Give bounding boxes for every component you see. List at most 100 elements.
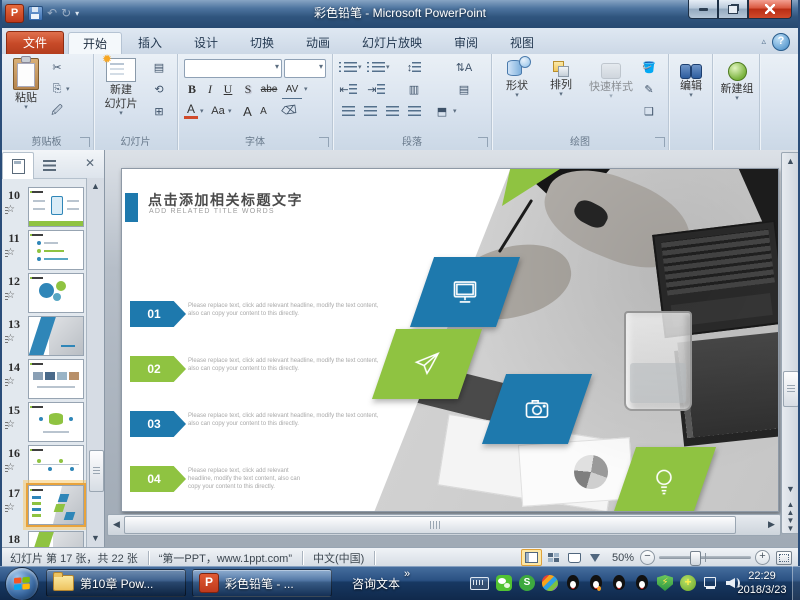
taskbar-toolbar[interactable]: 咨询文本 (352, 566, 400, 600)
numbering-icon[interactable] (367, 59, 385, 76)
scroll-right-icon[interactable]: ▶ (765, 518, 778, 531)
qq-icon-4[interactable] (634, 575, 650, 591)
increase-indent-icon[interactable]: ⇥ (367, 81, 385, 98)
vertical-scroll-thumb[interactable] (783, 371, 799, 407)
qq-icon-1[interactable] (565, 575, 581, 591)
panel-scroll-down-icon[interactable]: ▼ (89, 532, 102, 545)
slide-thumbnail-11[interactable]: 11 ☆ (0, 229, 86, 271)
font-size-combobox[interactable] (284, 59, 326, 78)
slide-counter[interactable]: 幻灯片 第 17 张，共 22 张 (0, 550, 148, 566)
slideshow-button[interactable] (586, 550, 605, 565)
wechat-icon[interactable] (496, 575, 512, 591)
tab-design[interactable]: 设计 (180, 32, 232, 54)
panel-scroll-up-icon[interactable]: ▲ (89, 180, 102, 193)
slide-thumbnail-15[interactable]: 15 ☆ (0, 401, 86, 443)
format-painter-icon[interactable]: 🖉 (48, 103, 66, 120)
shape-effects-icon[interactable]: ❑ (640, 103, 658, 120)
taskbar-button-powerpoint[interactable]: P 彩色铅笔 - ... (192, 569, 332, 597)
arrange-button[interactable]: 排列 ▾ (540, 57, 582, 99)
previous-slide-button[interactable]: ▲▲ (784, 501, 797, 517)
tab-transitions[interactable]: 切换 (236, 32, 288, 54)
change-case-button[interactable]: Aa (208, 102, 228, 120)
fit-to-window-button[interactable] (776, 551, 792, 565)
clipboard-dialog-launcher[interactable] (80, 137, 90, 147)
shape-fill-icon[interactable]: 🪣 (640, 59, 658, 76)
horizontal-scrollbar[interactable]: ◀ ▶ (107, 514, 781, 536)
align-right-icon[interactable] (383, 103, 401, 120)
justify-icon[interactable] (405, 103, 423, 120)
align-left-icon[interactable] (339, 103, 357, 120)
panel-scrollbar[interactable]: ▲ ▼ (86, 178, 104, 547)
slide-thumbnail-16[interactable]: 16 ☆ (0, 444, 86, 486)
slide-thumbnail-17-selected[interactable]: 17 ☆ (0, 484, 86, 526)
align-text-icon[interactable]: ▤ (455, 81, 473, 98)
font-name-combobox[interactable] (184, 59, 282, 78)
horizontal-scroll-thumb[interactable] (124, 516, 736, 534)
line-spacing-icon[interactable]: ↕ (405, 59, 423, 76)
slide-sorter-button[interactable] (544, 550, 563, 565)
language-indicator[interactable]: 中文(中国) (303, 550, 374, 566)
shrink-font-button[interactable]: A (257, 102, 270, 120)
list-item-04[interactable]: 04 Please replace text, click add releva… (130, 466, 470, 496)
smartart-convert-icon[interactable]: ⬒ (433, 103, 451, 120)
slide-thumbnail-18[interactable]: 18 ☆ (0, 530, 86, 547)
quick-styles-button[interactable]: 快速样式 ▾ (584, 57, 638, 101)
editing-button[interactable]: 编辑 ▾ (671, 57, 711, 100)
green-plus-icon[interactable]: + (680, 575, 696, 591)
title-accent-bar[interactable] (125, 193, 138, 222)
panel-scroll-thumb[interactable] (89, 450, 104, 492)
theme-name[interactable]: “第一PPT，www.1ppt.com” (149, 550, 302, 566)
reset-slide-icon[interactable]: ⟲ (150, 81, 168, 98)
reading-view-button[interactable] (565, 550, 584, 565)
shapes-button[interactable]: 形状 ▾ (496, 57, 538, 100)
slide-title[interactable]: 点击添加相关标题文字 (148, 190, 303, 210)
taskbar-button-folder[interactable]: 第10章 Pow... (46, 569, 186, 597)
show-desktop-button[interactable] (792, 566, 800, 600)
restore-button[interactable] (718, 0, 748, 19)
minimize-button[interactable] (688, 0, 718, 19)
shape-outline-icon[interactable]: ✎ (640, 81, 658, 98)
text-shadow-button[interactable]: S (240, 80, 256, 98)
list-item-03[interactable]: 03 Please replace text, click add releva… (130, 411, 470, 441)
skin-icon[interactable] (542, 575, 558, 591)
paste-button[interactable]: 粘贴 ▾ (6, 57, 46, 112)
font-dialog-launcher[interactable] (319, 137, 329, 147)
sogou-icon[interactable]: S (519, 575, 535, 591)
network-icon[interactable] (703, 575, 719, 591)
character-spacing-button[interactable]: AV (282, 80, 302, 99)
scroll-up-icon[interactable]: ▲ (784, 155, 797, 168)
next-slide-button[interactable]: ▼▼ (784, 517, 797, 533)
minimize-ribbon-icon[interactable]: ▵ (761, 36, 766, 47)
italic-button[interactable]: I (202, 80, 218, 98)
tab-slides-thumbnails[interactable] (2, 152, 34, 179)
scroll-down-icon[interactable]: ▼ (784, 483, 797, 496)
cut-icon[interactable]: ✂ (48, 59, 66, 76)
new-slide-button[interactable]: 新建 幻灯片 ▾ (96, 57, 146, 118)
normal-view-button[interactable] (521, 549, 542, 566)
panel-close-icon[interactable]: ✕ (82, 156, 98, 172)
slide-canvas[interactable]: 点击添加相关标题文字 ADD RELATED TITLE WORDS 01 Pl… (121, 168, 779, 512)
tab-home[interactable]: 开始 (68, 32, 122, 55)
columns-icon[interactable]: ▥ (405, 81, 423, 98)
qq-icon-3[interactable] (611, 575, 627, 591)
zoom-level[interactable]: 50% (606, 552, 640, 564)
slide-subtitle[interactable]: ADD RELATED TITLE WORDS (149, 208, 275, 215)
new-group-button[interactable]: 新建组 ▾ (715, 57, 759, 103)
decrease-indent-icon[interactable]: ⇤ (339, 81, 357, 98)
underline-button[interactable]: U (220, 80, 236, 98)
paragraph-dialog-launcher[interactable] (478, 137, 488, 147)
text-direction-icon[interactable]: ⇅A (455, 59, 473, 76)
slide-thumbnail-14[interactable]: 14 ☆ (0, 358, 86, 400)
tab-file[interactable]: 文件 (6, 31, 64, 55)
tab-view[interactable]: 视图 (496, 32, 548, 54)
slide-thumbnail-13[interactable]: 13 ☆ (0, 315, 86, 357)
toolbar-chevron-icon[interactable]: » (404, 568, 410, 580)
drawing-dialog-launcher[interactable] (655, 137, 665, 147)
close-button[interactable] (748, 0, 792, 19)
tab-insert[interactable]: 插入 (124, 32, 176, 54)
tab-slideshow[interactable]: 幻灯片放映 (348, 32, 436, 54)
zoom-out-button[interactable]: − (640, 550, 655, 565)
font-color-button[interactable]: A (184, 102, 198, 119)
keyboard-icon[interactable] (470, 577, 489, 590)
slide-thumbnail-12[interactable]: 12 ☆ (0, 272, 86, 314)
